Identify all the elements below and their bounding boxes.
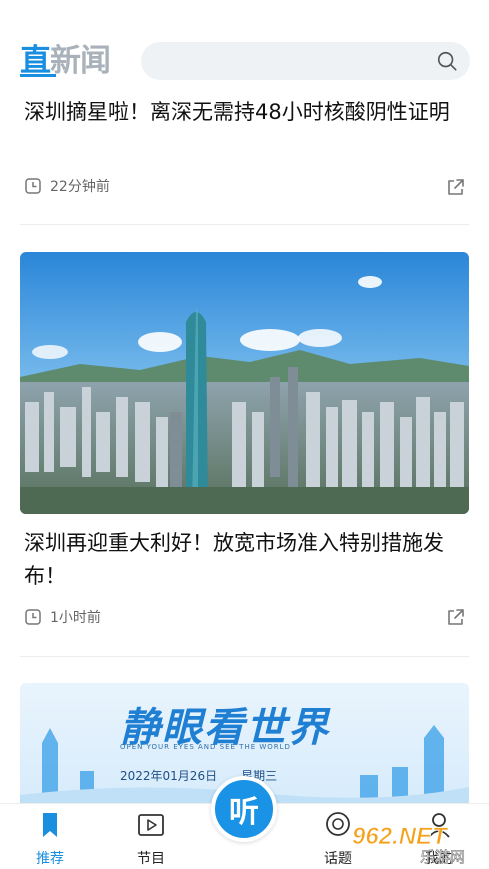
watermark-brand: 962.NET — [352, 823, 449, 850]
article-divider — [20, 224, 469, 225]
clock-icon — [25, 178, 41, 194]
watermark-logo: 962.NET 乐游网 — [352, 823, 466, 867]
article-photo-shenzhen-skyline[interactable] — [20, 252, 469, 514]
logo-underline — [20, 74, 56, 77]
chat-icon — [326, 812, 350, 836]
bookmark-icon — [43, 813, 57, 837]
article-headline[interactable]: 深圳再迎重大利好！放宽市场准入特别措施发布！ — [24, 527, 464, 593]
article-divider — [20, 656, 469, 657]
article-time: 1小时前 — [50, 610, 101, 626]
watermark-caption: 乐游网 — [420, 848, 465, 866]
listen-button[interactable]: 听 — [211, 776, 277, 842]
nav-item-programs[interactable]: 节目 — [111, 810, 191, 868]
logo-rest-chars: 新闻 — [50, 43, 111, 79]
share-icon[interactable] — [445, 176, 467, 198]
skyline-illustration — [20, 252, 469, 514]
article-headline[interactable]: 深圳摘星啦！离深无需持48小时核酸阴性证明 — [24, 96, 464, 129]
watermark-962net: 962.NET 乐游网 — [350, 818, 486, 867]
article-meta: 1小时前 — [24, 605, 101, 629]
play-icon — [138, 814, 164, 836]
nav-label: 推荐 — [36, 851, 64, 867]
app-header: 直新闻 — [0, 0, 489, 92]
nav-label: 节目 — [137, 851, 165, 867]
article-meta: 22分钟前 — [24, 174, 110, 198]
banner-subtitle: OPEN YOUR EYES AND SEE THE WORLD — [120, 743, 291, 751]
nav-item-recommend[interactable]: 推荐 — [10, 810, 90, 868]
share-icon[interactable] — [445, 606, 467, 628]
banner-date: 2022年01月26日 — [120, 769, 218, 783]
article-time: 22分钟前 — [50, 179, 110, 195]
clock-icon — [25, 609, 41, 625]
search-icon[interactable] — [436, 50, 458, 72]
listen-label: 听 — [229, 795, 259, 830]
search-bar[interactable] — [141, 42, 470, 80]
